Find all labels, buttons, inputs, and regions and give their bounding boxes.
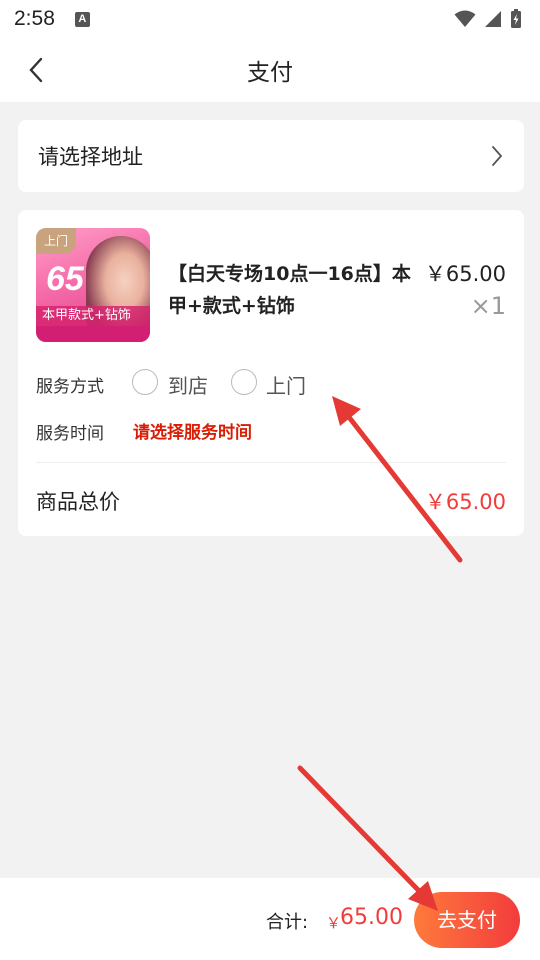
a-notification-icon: A <box>74 11 90 27</box>
goods-total-value: ￥65.00 <box>424 490 506 514</box>
sum-currency: ￥ <box>326 914 342 932</box>
service-time-label: 服务时间 <box>36 424 104 444</box>
product-name: 【白天专场10点一16点】本甲+款式+钻饰 <box>168 263 411 317</box>
divider <box>36 462 506 463</box>
status-bar: 2:58 A <box>0 0 540 38</box>
order-card: 上门 65 本甲款式+钻饰 【白天专场10点一16点】本甲+款式+钻饰 ￥65.… <box>18 210 524 536</box>
checkout-bar: 合计: ￥ 65.00 去支付 <box>0 878 540 960</box>
signal-icon <box>485 11 501 27</box>
thumbnail-price-text: 65 <box>46 260 84 298</box>
sum-label: 合计: <box>266 912 309 933</box>
product-thumbnail: 上门 65 本甲款式+钻饰 <box>36 228 150 342</box>
select-service-time-link[interactable]: 请选择服务时间 <box>133 418 252 443</box>
option-home-service-label[interactable]: 上门 <box>266 370 306 399</box>
pay-button[interactable]: 去支付 <box>414 892 520 948</box>
radio-home-service[interactable] <box>231 369 257 395</box>
goods-total-label: 商品总价 <box>36 490 120 514</box>
status-icons <box>454 9 522 29</box>
thumbnail-footer-strip <box>36 326 150 342</box>
chevron-left-icon <box>29 57 43 83</box>
radio-in-store[interactable] <box>132 369 158 395</box>
address-selector[interactable]: 请选择地址 <box>18 120 524 192</box>
address-placeholder: 请选择地址 <box>38 145 143 169</box>
top-nav-bar: 支付 <box>0 38 540 102</box>
sum-value: 65.00 <box>340 905 403 930</box>
page-title: 支付 <box>247 60 293 86</box>
chevron-right-icon <box>490 144 504 168</box>
service-method-label: 服务方式 <box>36 377 104 397</box>
thumbnail-badge: 上门 <box>36 228 76 254</box>
wifi-icon <box>454 10 476 27</box>
thumbnail-caption: 本甲款式+钻饰 <box>36 306 150 326</box>
product-quantity: ×1 <box>470 292 506 320</box>
status-time: 2:58 <box>14 7 55 30</box>
back-button[interactable] <box>18 52 54 88</box>
battery-charging-icon <box>511 9 521 28</box>
product-price: ￥65.00 <box>424 262 506 286</box>
option-in-store-label[interactable]: 到店 <box>168 370 208 399</box>
